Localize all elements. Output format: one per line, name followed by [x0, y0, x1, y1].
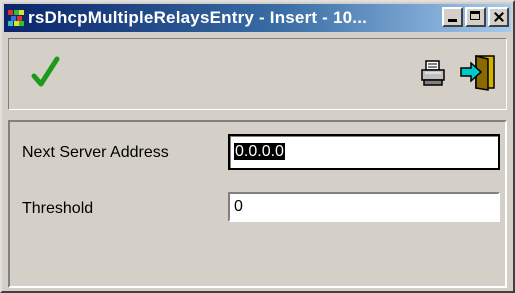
title-bar[interactable]: rsDhcpMultipleRelaysEntry - Insert - 10.… [4, 4, 511, 32]
toolbar [8, 38, 507, 110]
minimize-button[interactable] [442, 7, 463, 27]
close-button[interactable] [488, 7, 509, 27]
threshold-value: 0 [234, 198, 243, 215]
maximize-button[interactable] [465, 7, 486, 27]
confirm-button[interactable] [31, 55, 61, 89]
exit-button[interactable] [459, 53, 497, 91]
exit-door-icon [460, 55, 495, 91]
threshold-field[interactable]: 0 [228, 192, 500, 222]
title-buttons [440, 7, 509, 27]
checkmark-icon [31, 56, 60, 87]
next-server-address-label: Next Server Address [22, 144, 169, 161]
printer-icon [421, 60, 445, 86]
app-icon [8, 10, 24, 26]
next-server-address-value: 0.0.0.0 [234, 143, 285, 160]
print-button[interactable] [419, 59, 447, 87]
dialog-window: rsDhcpMultipleRelaysEntry - Insert - 10.… [0, 0, 515, 293]
form-panel: Next Server Address 0.0.0.0 Threshold 0 [8, 120, 507, 288]
threshold-label: Threshold [22, 200, 94, 217]
window-title: rsDhcpMultipleRelaysEntry - Insert - 10.… [28, 8, 368, 27]
next-server-address-field[interactable]: 0.0.0.0 [228, 134, 500, 170]
